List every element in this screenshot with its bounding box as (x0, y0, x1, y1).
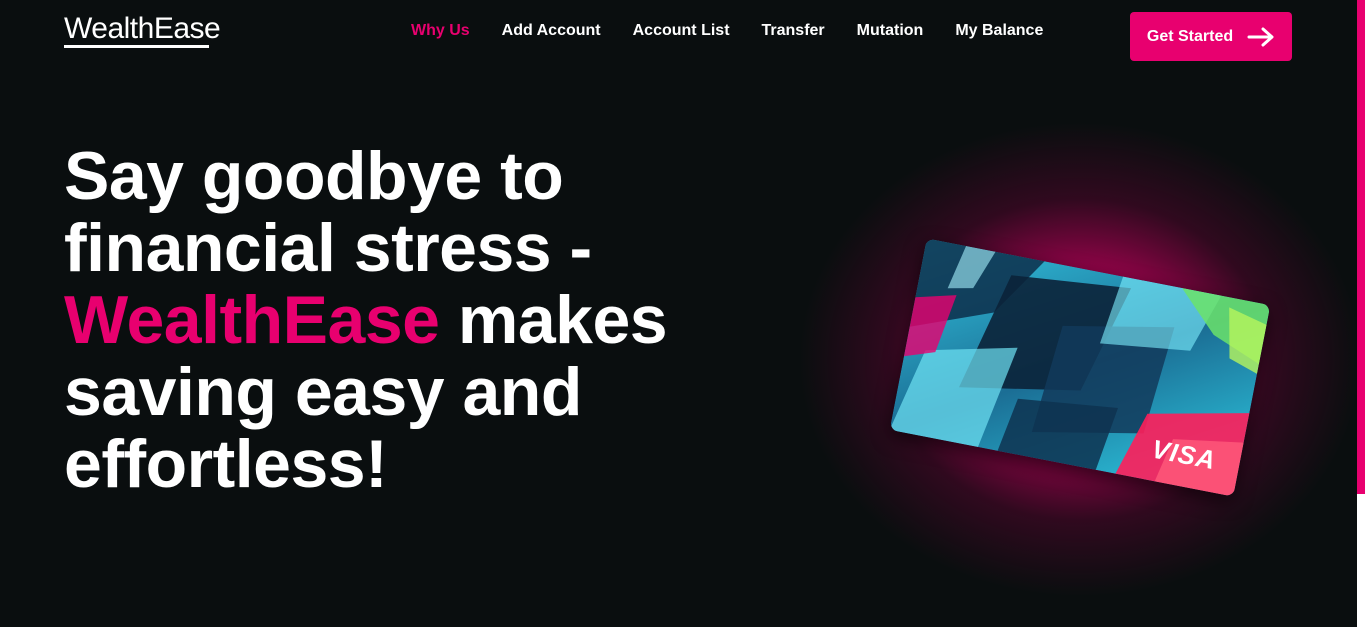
logo-underline (64, 45, 209, 48)
landing-page: WealthEase Why Us Add Account Account Li… (0, 0, 1365, 627)
nav-item-why-us[interactable]: Why Us (411, 22, 470, 40)
nav-item-mutation[interactable]: Mutation (857, 22, 924, 40)
hero-line-2: financial stress - (64, 210, 592, 286)
arrow-right-icon (1247, 27, 1275, 47)
nav-item-transfer[interactable]: Transfer (762, 22, 825, 40)
nav-item-my-balance[interactable]: My Balance (955, 22, 1043, 40)
nav-item-account-list[interactable]: Account List (633, 22, 730, 40)
hero-brand-accent: WealthEase (64, 282, 440, 358)
get-started-label: Get Started (1146, 27, 1234, 45)
hero-line-1: Say goodbye to (64, 138, 564, 214)
hero-headline: Say goodbye to financial stress - Wealth… (64, 140, 724, 500)
nav-item-add-account[interactable]: Add Account (502, 22, 601, 40)
brand-logo[interactable]: WealthEase (64, 12, 221, 46)
hero-line-4: saving easy and (64, 354, 582, 430)
get-started-button[interactable]: Get Started (1130, 12, 1292, 61)
hero-line-3-rest: makes (439, 282, 668, 358)
main-nav: Why Us Add Account Account List Transfer… (411, 22, 1075, 40)
hero-line-5: effortless! (64, 426, 388, 502)
